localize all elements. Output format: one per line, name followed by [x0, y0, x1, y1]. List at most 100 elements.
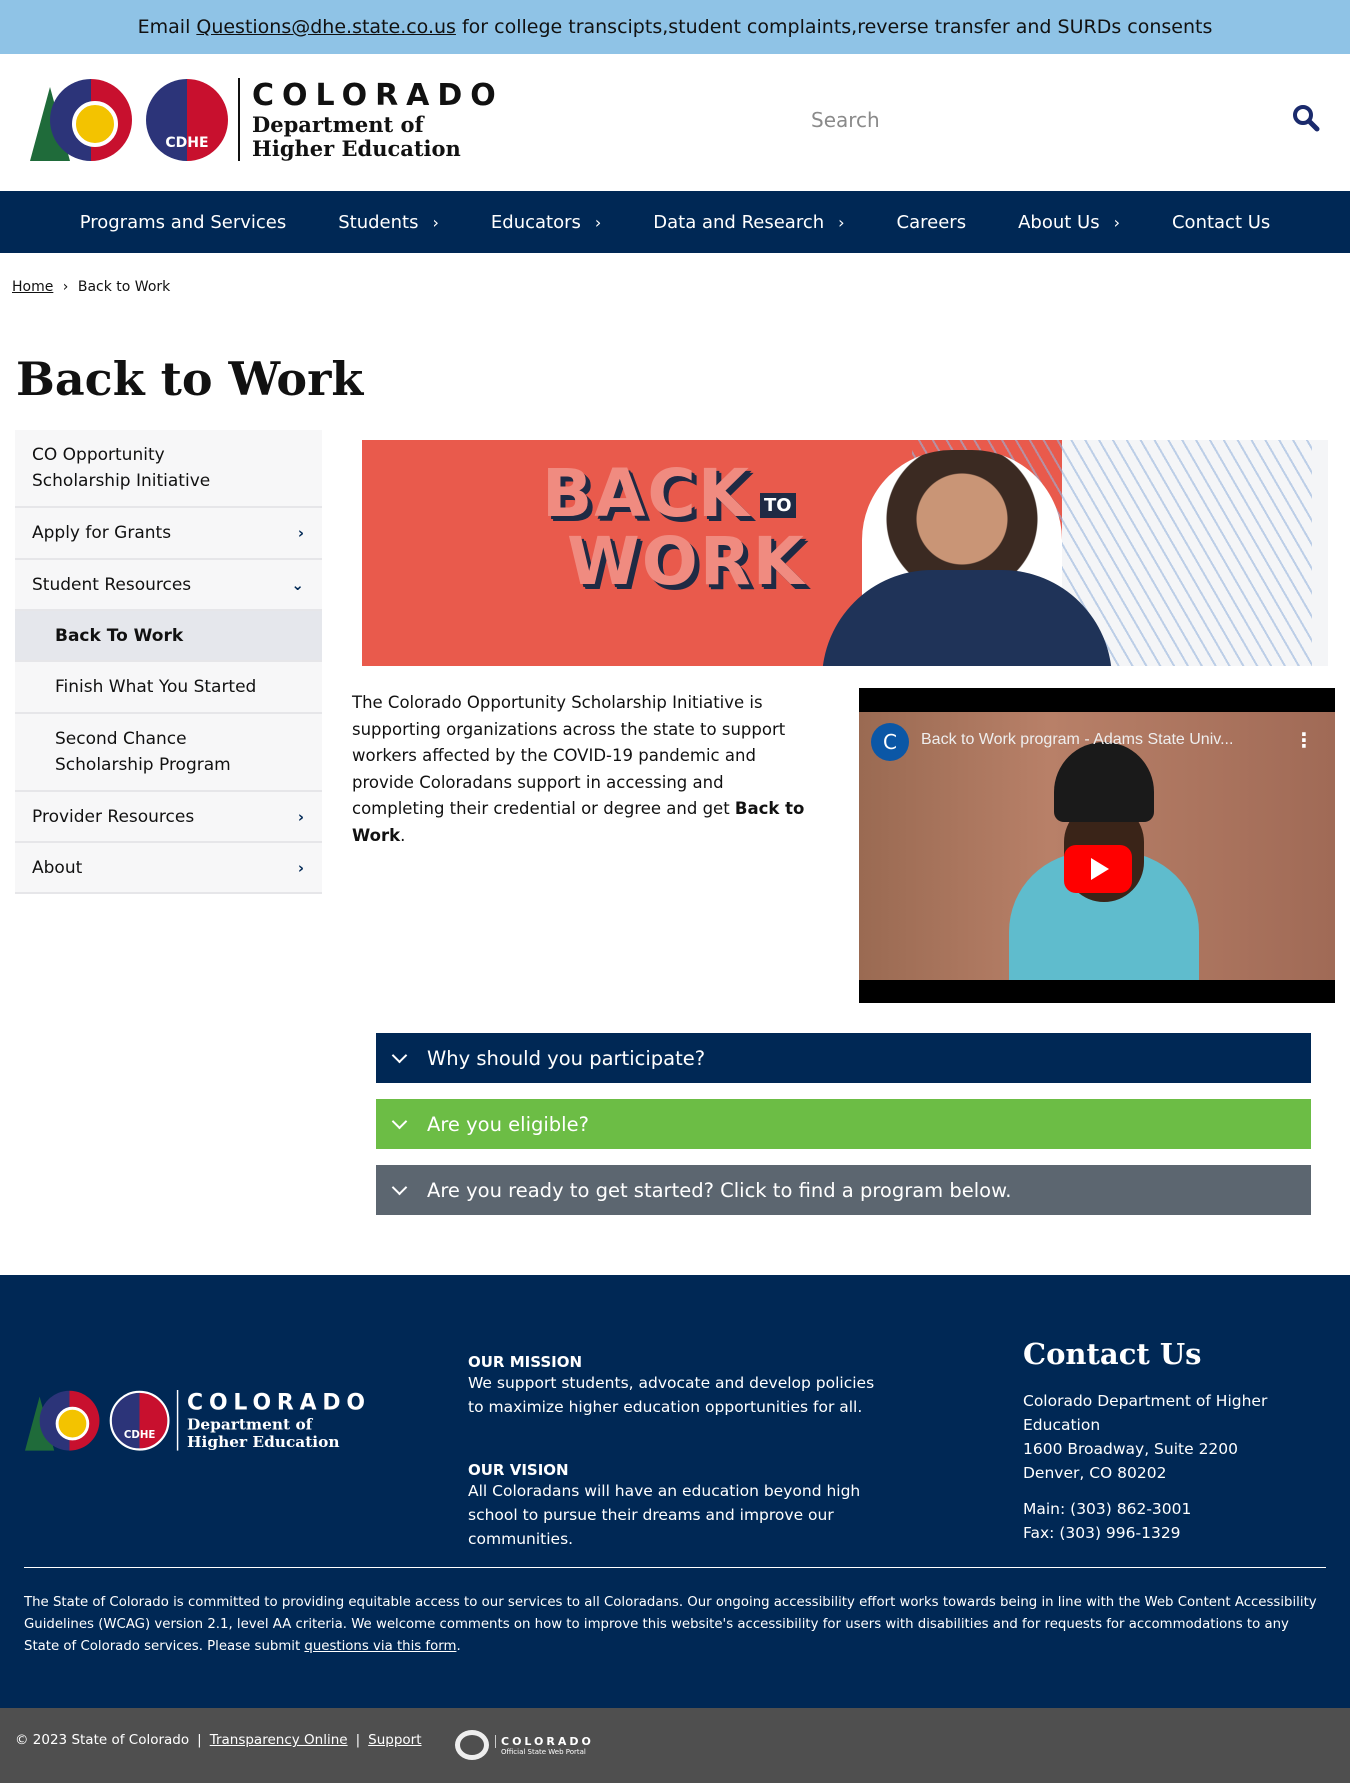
chevron-right-icon: ›: [838, 212, 845, 232]
chevron-right-icon[interactable]: ›: [298, 520, 304, 546]
accessibility-statement: The State of Colorado is committed to pr…: [24, 1592, 1324, 1658]
chevron-down-icon[interactable]: ⌄: [291, 572, 304, 598]
chevron-right-icon: ›: [432, 212, 439, 232]
breadcrumb: Home › Back to Work: [12, 279, 170, 295]
sidebar-item-label: CO Opportunity Scholarship Initiative: [32, 445, 211, 491]
vision-text: All Coloradans will have an education be…: [468, 1482, 861, 1548]
accessibility-text: The State of Colorado is committed to pr…: [24, 1595, 1317, 1654]
sidebar-item-back-to-work[interactable]: Back To Work: [15, 611, 322, 662]
accessibility-form-link[interactable]: questions via this form: [304, 1639, 456, 1654]
contact-block: Contact Us Colorado Department of Higher…: [1023, 1337, 1343, 1545]
sidebar-item-second-chance-scholarship-program[interactable]: Second Chance Scholarship Program: [15, 714, 322, 792]
breadcrumb-home[interactable]: Home: [12, 279, 53, 295]
intro-paragraph: The Colorado Opportunity Scholarship Ini…: [352, 690, 812, 849]
separator: |: [355, 1732, 361, 1748]
announcement-suffix: for college transcipts,student complaint…: [461, 16, 1213, 38]
channel-avatar[interactable]: C: [871, 723, 909, 761]
search-input[interactable]: Search: [800, 96, 1250, 144]
more-options-icon[interactable]: ⋮: [1294, 728, 1314, 752]
accordion-label: Are you eligible?: [427, 1112, 589, 1136]
site-footer: CDHE COLORADO Department of Higher Educa…: [0, 1275, 1350, 1708]
chevron-down-icon: [391, 1047, 408, 1063]
accordion-label: Why should you participate?: [427, 1046, 706, 1070]
nav-label: Educators: [490, 211, 581, 233]
footer-logo[interactable]: CDHE COLORADO Department of Higher Educa…: [25, 1390, 371, 1451]
contact-main-phone: Main: (303) 862-3001: [1023, 1500, 1192, 1518]
cdhe-logo[interactable]: CDHE COLORADO Department of Higher Educa…: [30, 78, 504, 161]
intro-end: .: [400, 825, 406, 845]
main-nav: Programs and Services Students › Educators ›…: [0, 191, 1350, 253]
logo-state: COLORADO: [187, 1390, 371, 1416]
logo-wordmark: COLORADO Department of Higher Education: [238, 78, 504, 161]
nav-label: Careers: [896, 211, 967, 233]
transparency-online-link[interactable]: Transparency Online: [210, 1732, 348, 1748]
hero-banner-image: BACK WORK TO: [362, 440, 1328, 666]
sidebar-item-apply-for-grants[interactable]: Apply for Grants ›: [15, 508, 322, 560]
state-portal-logo[interactable]: COLORADO Official State Web Portal: [455, 1730, 594, 1760]
email-link[interactable]: Questions@dhe.state.co.us: [196, 16, 456, 38]
mission-block: OUR MISSION We support students, advocat…: [468, 1353, 888, 1419]
seal-text: CDHE: [123, 1429, 156, 1441]
colorado-c-logo-icon: [25, 1390, 105, 1451]
search-placeholder: Search: [811, 108, 880, 132]
support-link[interactable]: Support: [368, 1732, 421, 1748]
contact-title: Contact Us: [1023, 1337, 1202, 1371]
hero-to: TO: [760, 493, 796, 518]
nav-item-data-and-research[interactable]: Data and Research ›: [627, 212, 870, 233]
accessibility-end: .: [456, 1639, 461, 1654]
chevron-right-icon[interactable]: ›: [298, 855, 304, 881]
sidebar-item-label: Back To Work: [55, 625, 184, 646]
nav-label: Contact Us: [1171, 211, 1271, 233]
nav-label: About Us: [1018, 211, 1100, 233]
accordion-label: Are you ready to get started? Click to f…: [427, 1178, 1012, 1202]
youtube-video-embed[interactable]: C Back to Work program - Adams State Uni…: [859, 688, 1335, 1003]
logo-dept-line2: Higher Education: [187, 1432, 340, 1451]
search-icon: [1293, 105, 1320, 132]
sidebar-nav: CO Opportunity Scholarship Initiative App…: [15, 430, 322, 894]
sidebar-item-label: Student Resources: [32, 574, 192, 595]
intro-text: The Colorado Opportunity Scholarship Ini…: [352, 693, 786, 818]
accordion-1[interactable]: Why should you participate?: [376, 1033, 1311, 1083]
nav-item-contact-us[interactable]: Contact Us: [1146, 212, 1296, 233]
sidebar-item-student-resources[interactable]: Student Resources ⌄: [15, 560, 322, 611]
nav-item-about-us[interactable]: About Us ›: [992, 212, 1146, 233]
mission-text: We support students, advocate and develo…: [468, 1374, 875, 1416]
chevron-right-icon[interactable]: ›: [298, 804, 304, 830]
sidebar-item-label: Apply for Grants: [32, 523, 172, 543]
accordion-2[interactable]: Are you eligible?: [376, 1099, 1311, 1149]
search-button[interactable]: [1292, 104, 1322, 134]
sidebar-item-about[interactable]: About ›: [15, 843, 322, 894]
play-button-icon[interactable]: [1064, 845, 1132, 893]
mission-title: OUR MISSION: [468, 1353, 583, 1371]
bottom-bar: © 2023 State of Colorado | Transparency On…: [0, 1708, 1350, 1783]
logo-dept-line1: Department of: [252, 112, 424, 137]
cdhe-seal-icon: CDHE: [146, 78, 228, 161]
sidebar-item-label: Provider Resources: [32, 806, 195, 827]
cdhe-seal-icon: CDHE: [109, 1390, 170, 1451]
nav-item-students[interactable]: Students ›: [312, 212, 465, 233]
page-title: Back to Work: [16, 352, 364, 406]
sidebar-item-provider-resources[interactable]: Provider Resources ›: [15, 792, 322, 843]
sidebar-item-co-opportunity-scholarship-initiative[interactable]: CO Opportunity Scholarship Initiative: [15, 430, 322, 508]
video-thumbnail: C Back to Work program - Adams State Uni…: [859, 712, 1335, 980]
breadcrumb-current: Back to Work: [77, 279, 171, 295]
nav-label: Programs and Services: [79, 211, 287, 233]
nav-item-educators[interactable]: Educators ›: [465, 212, 627, 233]
sidebar-item-label: Second Chance Scholarship Program: [55, 729, 231, 775]
chevron-right-icon: ›: [1113, 212, 1120, 232]
nav-item-careers[interactable]: Careers: [871, 212, 993, 233]
nav-item-programs-and-services[interactable]: Programs and Services: [54, 212, 313, 233]
chevron-down-icon: [391, 1179, 408, 1195]
video-title[interactable]: Back to Work program - Adams State Univ.…: [921, 731, 1233, 749]
vision-title: OUR VISION: [468, 1461, 569, 1479]
separator: |: [197, 1732, 202, 1748]
sidebar-item-label: About: [32, 857, 83, 878]
accordion-3[interactable]: Are you ready to get started? Click to f…: [376, 1165, 1311, 1215]
seal-text: CDHE: [165, 134, 209, 151]
contact-org: Colorado Department of Higher Education: [1023, 1392, 1268, 1434]
chevron-down-icon: [391, 1113, 408, 1129]
sidebar-item-finish-what-you-started[interactable]: Finish What You Started: [15, 662, 322, 714]
logo-state: COLORADO: [252, 78, 504, 113]
logo-dept-line2: Higher Education: [252, 136, 461, 161]
hero-line2: WORK: [567, 523, 806, 600]
